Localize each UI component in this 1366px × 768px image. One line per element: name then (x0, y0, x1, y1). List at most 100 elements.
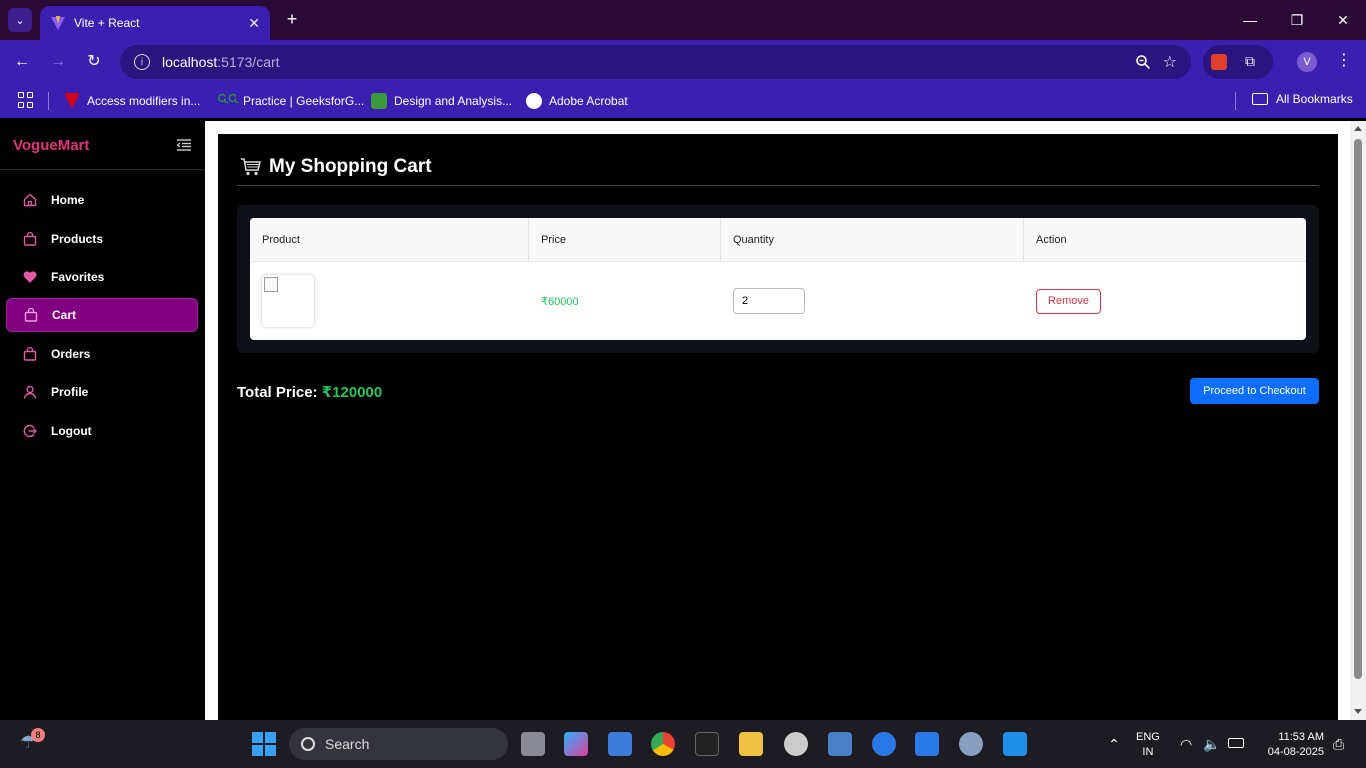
chrome-icon[interactable] (651, 732, 675, 756)
title-divider (237, 185, 1319, 186)
sidebar-item-label: Logout (51, 424, 92, 438)
tab-search-menu-button[interactable]: ⌄ (8, 8, 32, 32)
folder-icon (1252, 93, 1268, 105)
extensions-group: ⧉ (1203, 45, 1273, 79)
minimize-button[interactable]: — (1238, 8, 1262, 32)
bookmark-item[interactable]: Design and Analysis... (371, 92, 512, 110)
battery-icon[interactable] (1228, 738, 1244, 748)
bag-icon (23, 232, 37, 246)
terminal-icon[interactable] (695, 732, 719, 756)
checkout-button[interactable]: Proceed to Checkout (1190, 378, 1319, 404)
scroll-down-arrow[interactable] (1354, 709, 1362, 714)
clock-app-icon[interactable] (784, 732, 808, 756)
language-indicator[interactable]: ENG IN (1136, 730, 1160, 760)
bookmark-label: Access modifiers in... (87, 94, 201, 108)
vite-icon (51, 16, 65, 30)
sidebar-item-home[interactable]: Home (6, 183, 198, 217)
vscode-icon[interactable] (1003, 732, 1027, 756)
scroll-up-arrow[interactable] (1354, 126, 1362, 131)
sidebar-item-favorites[interactable]: Favorites (6, 260, 198, 294)
column-header-product: Product (262, 234, 300, 246)
cart-panel: My Shopping Cart Product Price Quantity … (218, 134, 1338, 720)
volume-icon[interactable]: 🔈 (1203, 732, 1227, 756)
task-view-icon[interactable] (521, 732, 545, 756)
settings-icon[interactable] (959, 732, 983, 756)
sidebar-item-products[interactable]: Products (6, 222, 198, 256)
profile-avatar[interactable]: V (1297, 52, 1317, 72)
address-bar[interactable]: i localhost:5173/cart ☆ (120, 45, 1191, 79)
notepad-icon[interactable] (608, 732, 632, 756)
forward-button[interactable]: → (48, 52, 68, 72)
sidebar-item-label: Products (51, 232, 104, 246)
sidebar-item-label: Profile (51, 385, 89, 399)
clock-time: 11:53 AM (1278, 731, 1324, 743)
page-scrollbar[interactable] (1350, 121, 1366, 720)
table-header: Product Price Quantity Action (250, 218, 1306, 262)
reload-button[interactable]: ↻ (84, 52, 104, 72)
notification-badge: 8 (31, 728, 45, 742)
notifications-icon[interactable]: ⎙ (1333, 732, 1357, 756)
start-icon[interactable] (252, 732, 276, 756)
puzzle-icon[interactable]: ⧉ (1245, 53, 1263, 71)
brand-logo[interactable]: VogueMart (13, 137, 89, 154)
clock-date: 04-08-2025 (1267, 746, 1324, 758)
apps-grid-icon[interactable] (18, 92, 34, 108)
region-code: IN (1142, 746, 1154, 758)
restore-button[interactable]: ❐ (1285, 8, 1309, 32)
column-header-price: Price (528, 218, 720, 262)
total-price: Total Price: ₹120000 (237, 383, 382, 401)
zoom-icon[interactable] (1135, 54, 1151, 70)
sidebar-item-label: Favorites (51, 270, 105, 284)
bookmark-divider (1235, 92, 1236, 110)
tab-title: Vite + React (74, 16, 140, 30)
back-button[interactable]: ← (12, 52, 32, 72)
sidebar-item-orders[interactable]: Orders (6, 337, 198, 371)
more-menu-icon[interactable]: ⋮ (1336, 50, 1352, 70)
home-icon (23, 193, 37, 207)
taskbar-search[interactable]: Search (289, 728, 508, 760)
all-bookmarks-button[interactable]: All Bookmarks (1252, 92, 1353, 106)
sidebar-item-profile[interactable]: Profile (6, 375, 198, 409)
site-info-icon[interactable]: i (134, 54, 150, 70)
mail-icon[interactable] (915, 732, 939, 756)
bookmarks-bar: Access modifiers in... ᏩᏩ Practice | Gee… (0, 84, 1366, 118)
tab-close-icon[interactable]: ✕ (248, 15, 260, 32)
browser-tab[interactable]: Vite + React ✕ (40, 6, 270, 40)
bag-icon (24, 308, 38, 322)
sidebar-divider (0, 169, 205, 170)
all-bookmarks-label: All Bookmarks (1276, 92, 1353, 106)
sidebar-toggle-icon[interactable] (177, 139, 191, 151)
cart-table-container: Product Price Quantity Action ₹60000 Rem… (237, 205, 1319, 353)
remove-button[interactable]: Remove (1036, 288, 1101, 314)
url-path: :5173/cart (217, 54, 280, 70)
quantity-cell (733, 262, 805, 340)
bookmark-item[interactable]: Adobe Acrobat (526, 92, 628, 110)
close-window-button[interactable]: ✕ (1331, 8, 1355, 32)
geeksforgeeks-icon: ᏩᏩ (218, 93, 240, 105)
file-explorer-icon[interactable] (739, 732, 763, 756)
product-image (262, 275, 314, 327)
product-price: ₹60000 (541, 295, 579, 308)
sidebar-item-cart[interactable]: Cart (6, 298, 198, 332)
copilot-icon[interactable] (564, 732, 588, 756)
python-icon[interactable] (828, 732, 852, 756)
cart-icon (241, 158, 261, 176)
sidebar-item-label: Cart (52, 308, 77, 322)
app-store-icon[interactable] (872, 732, 896, 756)
bookmark-favicon (64, 93, 80, 109)
bookmark-star-icon[interactable]: ☆ (1163, 52, 1177, 72)
chevron-up-icon[interactable]: ⌃ (1102, 732, 1126, 756)
bookmark-item[interactable]: Access modifiers in... (64, 92, 200, 110)
scroll-thumb[interactable] (1354, 139, 1362, 679)
cart-table: Product Price Quantity Action ₹60000 Rem… (250, 218, 1306, 340)
bag-icon (23, 347, 37, 361)
quantity-input[interactable] (733, 288, 805, 314)
column-header-quantity: Quantity (720, 218, 1023, 262)
extension-icon[interactable] (1211, 54, 1227, 70)
bookmark-label: Adobe Acrobat (549, 94, 628, 108)
new-tab-button[interactable]: + (282, 9, 302, 29)
bookmark-item[interactable]: ᏩᏩ Practice | GeeksforG... (218, 92, 364, 110)
sidebar-item-logout[interactable]: Logout (6, 414, 198, 448)
system-clock[interactable]: 11:53 AM 04-08-2025 (1258, 730, 1324, 760)
wifi-icon[interactable]: ◠ (1180, 732, 1204, 756)
